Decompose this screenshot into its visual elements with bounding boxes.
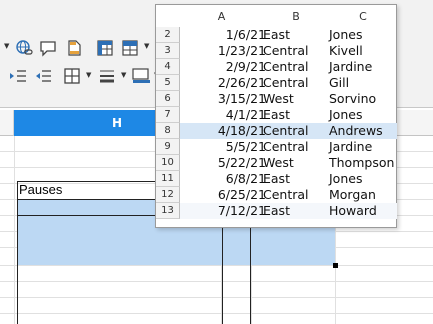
preview-row: 1/23/21 Central Kivell — [180, 43, 397, 59]
fill-handle[interactable] — [333, 263, 338, 268]
preview-column-header: C — [359, 9, 367, 23]
borders-icon[interactable] — [62, 66, 82, 86]
region-cell: East — [263, 171, 290, 186]
indent-increase-icon[interactable] — [8, 66, 28, 86]
pivot-table-icon[interactable] — [95, 38, 115, 58]
region-cell: West — [263, 155, 294, 170]
headers-footers-icon[interactable] — [64, 38, 84, 58]
date-cell: 3/15/21 — [217, 91, 266, 106]
date-cell: 6/8/21 — [225, 171, 266, 186]
rep-cell: Jones — [329, 171, 363, 186]
region-cell: East — [263, 203, 290, 218]
border-color-icon[interactable] — [131, 66, 151, 86]
region-cell: East — [263, 27, 290, 42]
preview-row: 2/26/21 Central Gill — [180, 75, 397, 91]
rep-cell: Gill — [329, 75, 350, 90]
column-header-g[interactable] — [0, 110, 14, 136]
indent-decrease-icon[interactable] — [33, 66, 53, 86]
preview-row: 1/6/21 East Jones — [180, 27, 397, 43]
date-cell: 4/1/21 — [225, 107, 266, 122]
date-cell: 1/6/21 — [225, 27, 266, 42]
row-number: 8 — [156, 123, 180, 139]
preview-row: 5/22/21 West Thompson — [180, 155, 397, 171]
date-cell: 2/26/21 — [217, 75, 266, 90]
range-border — [222, 215, 251, 324]
border-style-icon[interactable] — [97, 66, 117, 86]
preview-row: 2/9/21 Central Jardine — [180, 59, 397, 75]
active-column-letter: H — [111, 115, 123, 130]
row-number: 6 — [156, 91, 180, 107]
rep-cell: Jones — [329, 107, 363, 122]
cell-label[interactable]: Pauses — [19, 182, 62, 197]
preview-row: 5/5/21 Central Jardine — [180, 139, 397, 155]
insert-hyperlink-icon[interactable] — [14, 38, 34, 58]
date-cell: 6/25/21 — [217, 187, 266, 202]
row-number: 4 — [156, 59, 180, 75]
rep-cell: Thompson — [329, 155, 395, 170]
preview-row: 3/15/21 West Sorvino — [180, 91, 397, 107]
row-number: 9 — [156, 139, 180, 155]
region-cell: Central — [263, 187, 309, 202]
preview-row: 4/1/21 East Jones — [180, 107, 397, 123]
freeze-rows-icon[interactable] — [120, 38, 140, 58]
row-number: 5 — [156, 75, 180, 91]
region-cell: East — [263, 107, 290, 122]
autofilter-preview-popup: A B C 2 1/6/21 East Jones 3 1/23/21 Cent… — [155, 4, 397, 228]
chevron-down-icon[interactable]: ▼ — [121, 72, 126, 79]
rep-cell: Kivell — [329, 43, 363, 58]
row-number: 3 — [156, 43, 180, 59]
date-cell: 4/18/21 — [217, 123, 266, 138]
rep-cell: Jardine — [329, 139, 373, 154]
date-cell: 7/12/21 — [217, 203, 266, 218]
region-cell: Central — [263, 75, 309, 90]
row-number: 12 — [156, 187, 180, 203]
grid-line — [14, 136, 15, 324]
chevron-down-icon[interactable]: ▼ — [144, 43, 149, 50]
region-cell: Central — [263, 43, 309, 58]
chevron-down-icon[interactable]: ▼ — [86, 72, 91, 79]
rep-cell: Andrews — [329, 123, 383, 138]
insert-comment-icon[interactable] — [38, 38, 58, 58]
date-cell: 1/23/21 — [217, 43, 266, 58]
preview-column-header: B — [292, 9, 300, 23]
date-cell: 5/5/21 — [225, 139, 266, 154]
chevron-down-icon[interactable]: ▼ — [4, 43, 9, 50]
preview-row-highlighted: 4/18/21 Central Andrews — [180, 123, 397, 139]
region-cell: Central — [263, 123, 309, 138]
row-number: 11 — [156, 171, 180, 187]
date-cell: 2/9/21 — [225, 59, 266, 74]
rep-cell: Morgan — [329, 187, 376, 202]
rep-cell: Jones — [329, 27, 363, 42]
region-cell: West — [263, 91, 294, 106]
rep-cell: Sorvino — [329, 91, 377, 106]
region-cell: Central — [263, 59, 309, 74]
rep-cell: Jardine — [329, 59, 373, 74]
row-number: 7 — [156, 107, 180, 123]
region-cell: Central — [263, 139, 309, 154]
preview-row: 6/25/21 Central Morgan — [180, 187, 397, 203]
row-number: 10 — [156, 155, 180, 171]
date-cell: 5/22/21 — [217, 155, 266, 170]
row-number: 13 — [156, 203, 180, 219]
row-number: 2 — [156, 27, 180, 43]
preview-row: 7/12/21 East Howard — [180, 203, 397, 219]
preview-row: 6/8/21 East Jones — [180, 171, 397, 187]
preview-column-header: A — [217, 9, 226, 23]
range-border — [17, 215, 223, 324]
rep-cell: Howard — [329, 203, 377, 218]
